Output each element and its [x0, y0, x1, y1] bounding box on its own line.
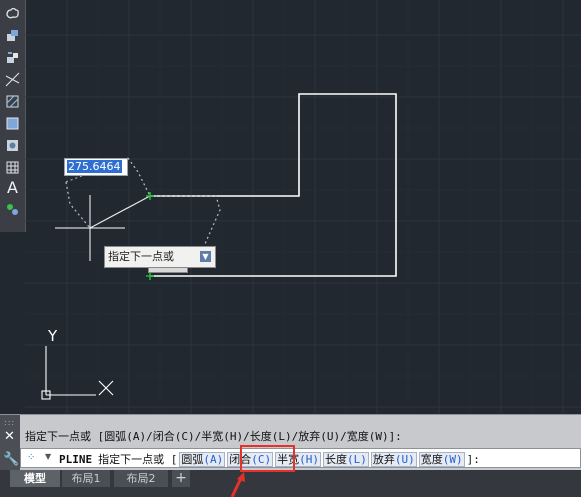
layout-tabs: 模型 布局1 布局2 + [0, 470, 581, 497]
recent-commands-arrow-icon[interactable]: ▼ [45, 452, 51, 461]
dynamic-input-field[interactable]: 275.6464 [64, 158, 128, 176]
option-undo[interactable]: 放弃(U) [370, 451, 417, 467]
command-input-line[interactable]: ⁘ ▼ PLINE 指定下一点或 [ 圆弧(A) 闭合(C) 半宽(H) 长度(… [20, 448, 581, 468]
add-selected-icon[interactable] [3, 200, 22, 219]
prompt-tab [148, 267, 188, 273]
insert-block-icon[interactable] [3, 26, 22, 45]
dynamic-prompt-tooltip: 指定下一点或 ▼ [104, 246, 216, 268]
command-suffix: ]: [466, 452, 480, 466]
region-icon[interactable] [3, 114, 22, 133]
tab-layout2[interactable]: 布局2 [114, 470, 168, 487]
make-block-icon[interactable] [3, 48, 22, 67]
pointer-arrow-icon [230, 472, 245, 497]
command-prompt: 指定下一点或 [ [98, 453, 178, 466]
highlight-box [240, 445, 295, 472]
options-dropdown-icon[interactable]: ▼ [200, 251, 211, 262]
tab-model[interactable]: 模型 [10, 470, 60, 487]
construction-line-icon[interactable] [3, 70, 22, 89]
multiline-text-icon[interactable]: A [3, 178, 22, 197]
dynamic-input-value: 275.6464 [67, 160, 122, 173]
rubber-band-line [89, 195, 151, 229]
wipeout-icon[interactable] [3, 136, 22, 155]
ucs-y-label: Y [47, 327, 58, 345]
command-name: PLINE [59, 452, 93, 466]
drawing-canvas[interactable]: Y [25, 0, 581, 414]
option-arc[interactable]: 圆弧(A) [179, 451, 226, 467]
tab-layout1[interactable]: 布局1 [62, 470, 110, 487]
prompt-text: 指定下一点或 [108, 250, 174, 263]
add-layout-button[interactable]: + [172, 470, 190, 487]
customize-wrench-icon[interactable]: 🔧 [3, 452, 19, 467]
command-line-grip[interactable]: ::: ✕ 🔧 [0, 415, 20, 471]
draw-toolbar: A [0, 0, 26, 232]
table-icon[interactable] [3, 158, 22, 177]
revcloud-icon[interactable] [3, 4, 22, 23]
grip-dots-icon[interactable]: ::: [4, 419, 15, 427]
command-prompt-icon[interactable]: ⁘ [27, 451, 41, 465]
option-length[interactable]: 长度(L) [323, 451, 369, 467]
option-width[interactable]: 宽度(W) [418, 451, 465, 467]
close-icon[interactable]: ✕ [4, 430, 15, 443]
ucs-icon [41, 346, 114, 400]
command-history-line: 指定下一点或 [圆弧(A)/闭合(C)/半宽(H)/长度(L)/放弃(U)/宽度… [25, 430, 402, 443]
hatch-icon[interactable] [3, 92, 22, 111]
